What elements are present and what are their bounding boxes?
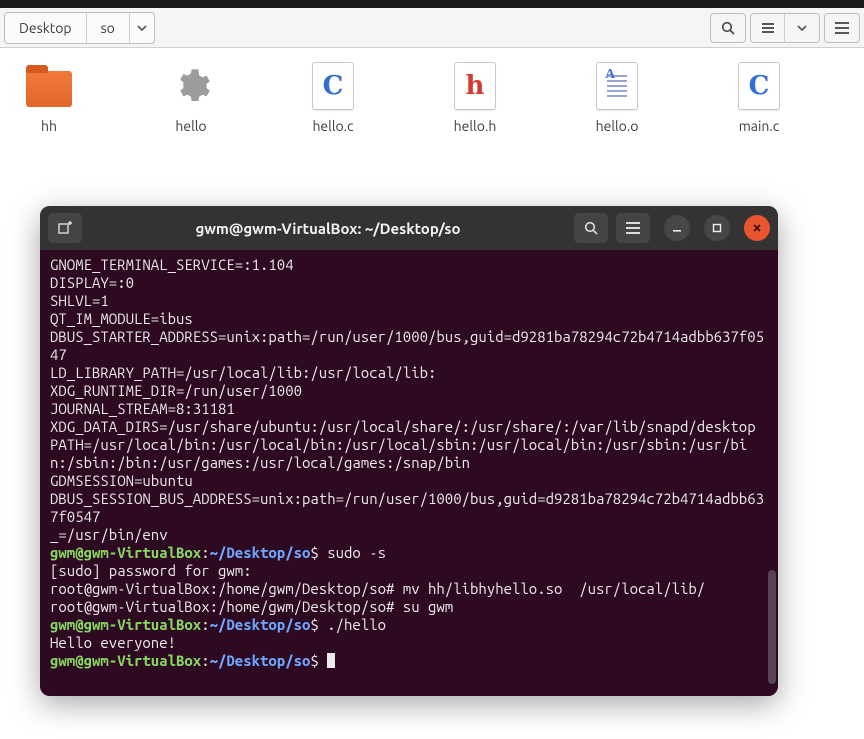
file-label: hello.h [454, 118, 497, 134]
view-menu-button[interactable] [785, 14, 819, 42]
list-view-button[interactable] [751, 14, 785, 42]
hamburger-menu-button[interactable] [824, 13, 860, 43]
search-icon [583, 220, 599, 236]
file-item-main-c[interactable]: C main.c [714, 62, 804, 134]
file-item-hello-c[interactable]: C hello.c [288, 62, 378, 134]
terminal-output-line: LD_LIBRARY_PATH=/usr/local/lib:/usr/loca… [50, 364, 436, 381]
terminal-output-line: GDMSESSION=ubuntu [50, 472, 193, 489]
file-label: hello.o [596, 118, 639, 134]
terminal-output-line: DBUS_STARTER_ADDRESS=unix:path=/run/user… [50, 328, 764, 363]
prompt-user: gwm@gwm-VirtualBox [50, 544, 201, 561]
search-button[interactable] [710, 13, 746, 43]
prompt-end: $ [310, 652, 318, 669]
file-label: hello [175, 118, 206, 134]
prompt-path: ~/Desktop/so [210, 544, 311, 561]
breadcrumb-desktop[interactable]: Desktop [5, 13, 87, 43]
prompt-sep: : [201, 616, 209, 633]
window-top-strip [0, 0, 864, 8]
terminal-window: gwm@gwm-VirtualBox: ~/Desktop/so [40, 206, 778, 696]
terminal-title: gwm@gwm-VirtualBox: ~/Desktop/so [90, 220, 566, 237]
terminal-output-line: JOURNAL_STREAM=8:31181 [50, 400, 235, 417]
terminal-command: ./hello [319, 616, 386, 633]
breadcrumb-menu-icon[interactable] [130, 22, 154, 34]
terminal-scrollbar[interactable] [768, 570, 776, 684]
file-label: main.c [739, 118, 780, 134]
search-icon [720, 20, 736, 36]
hamburger-icon [834, 21, 850, 35]
terminal-search-button[interactable] [574, 213, 608, 243]
terminal-output-line: QT_IM_MODULE=ibus [50, 310, 193, 327]
breadcrumb: Desktop so [4, 12, 155, 44]
file-item-hello[interactable]: hello [146, 62, 236, 134]
new-tab-button[interactable] [48, 213, 82, 243]
list-icon [761, 21, 775, 35]
file-item-hello-h[interactable]: h hello.h [430, 62, 520, 134]
close-icon [751, 222, 763, 234]
terminal-command: su gwm [394, 598, 453, 615]
terminal-output-line: XDG_DATA_DIRS=/usr/share/ubuntu:/usr/loc… [50, 418, 756, 435]
file-label: hello.c [312, 118, 353, 134]
prompt-end: $ [310, 544, 318, 561]
view-switcher [750, 13, 820, 43]
breadcrumb-so[interactable]: so [87, 13, 130, 43]
terminal-output-line: Hello everyone! [50, 634, 176, 651]
terminal-command: mv hh/libhyhello.so /usr/local/lib/ [394, 580, 705, 597]
terminal-output-line: PATH=/usr/local/bin:/usr/local/bin:/usr/… [50, 436, 747, 471]
file-item-hh[interactable]: hh [4, 62, 94, 134]
file-item-hello-o[interactable]: A hello.o [572, 62, 662, 134]
prompt-sep: : [201, 544, 209, 561]
minimize-icon [671, 222, 683, 234]
root-prompt: root@gwm-VirtualBox:/home/gwm/Desktop/so… [50, 580, 394, 597]
prompt-user: gwm@gwm-VirtualBox [50, 616, 201, 633]
close-button[interactable] [744, 215, 770, 241]
terminal-output-line: SHLVL=1 [50, 292, 109, 309]
prompt-sep: : [201, 652, 209, 669]
maximize-icon [711, 222, 723, 234]
terminal-menu-button[interactable] [616, 213, 650, 243]
file-label: hh [41, 118, 57, 134]
c-header-icon: h [454, 62, 496, 110]
c-source-icon: C [738, 62, 780, 110]
prompt-user: gwm@gwm-VirtualBox [50, 652, 201, 669]
root-prompt: root@gwm-VirtualBox:/home/gwm/Desktop/so… [50, 598, 394, 615]
terminal-cursor [327, 653, 335, 668]
executable-icon [167, 62, 215, 110]
terminal-output-line: XDG_RUNTIME_DIR=/run/user/1000 [50, 382, 302, 399]
terminal-command: sudo -s [319, 544, 386, 561]
new-tab-icon [57, 220, 73, 236]
object-file-icon: A [596, 62, 638, 110]
prompt-path: ~/Desktop/so [210, 652, 311, 669]
file-manager-window: Desktop so [0, 0, 864, 200]
terminal-output-line: DBUS_SESSION_BUS_ADDRESS=unix:path=/run/… [50, 490, 764, 525]
folder-icon [25, 62, 73, 110]
minimize-button[interactable] [664, 215, 690, 241]
file-manager-toolbar: Desktop so [0, 8, 864, 48]
maximize-button[interactable] [704, 215, 730, 241]
prompt-end: $ [310, 616, 318, 633]
c-source-icon: C [312, 62, 354, 110]
chevron-down-icon [796, 22, 808, 34]
terminal-output-line: DISPLAY=:0 [50, 274, 134, 291]
hamburger-icon [625, 221, 641, 235]
terminal-titlebar[interactable]: gwm@gwm-VirtualBox: ~/Desktop/so [40, 206, 778, 250]
terminal-body[interactable]: GNOME_TERMINAL_SERVICE=:1.104 DISPLAY=:0… [40, 250, 778, 696]
terminal-output-line: [sudo] password for gwm: [50, 562, 252, 579]
terminal-output-line: GNOME_TERMINAL_SERVICE=:1.104 [50, 256, 294, 273]
terminal-output-line: _=/usr/bin/env [50, 526, 168, 543]
prompt-path: ~/Desktop/so [210, 616, 311, 633]
file-grid: hh hello C hello.c h hello.h A hello.o C… [0, 48, 864, 134]
